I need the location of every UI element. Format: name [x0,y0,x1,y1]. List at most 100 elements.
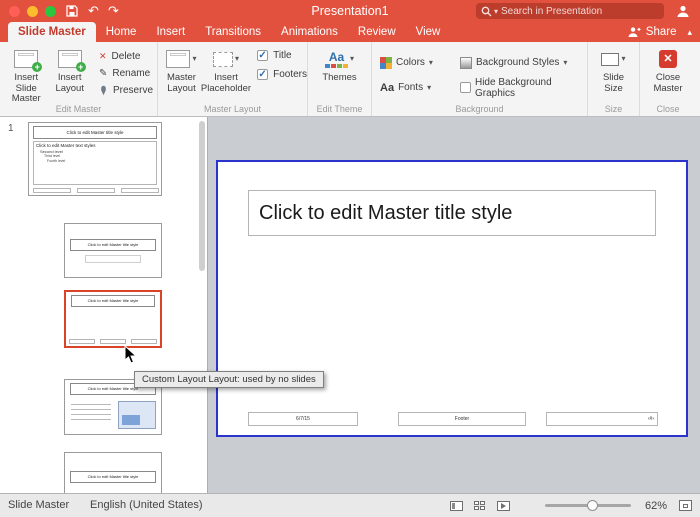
tab-transitions[interactable]: Transitions [195,22,271,42]
group-label-background: Background [455,104,504,114]
insert-slide-master-icon: + [14,50,43,72]
layout1-subtitle-box [85,255,141,263]
insert-layout-label: Insert Layout [55,72,84,94]
insert-layout-button[interactable]: + Insert Layout [48,42,91,105]
slide-number-placeholder[interactable]: ‹#› [546,412,658,426]
layout1-title: Click to edit Master title style [70,239,156,251]
layout-thumbnail-2-selected[interactable]: Click to edit Master title style [64,290,162,348]
master-slide-thumbnail[interactable]: Click to edit Master title style Click t… [28,122,162,196]
tab-slide-master[interactable]: Slide Master [8,22,96,42]
statusbar-language[interactable]: English (United States) [90,499,203,511]
layout-thumbnail-1[interactable]: Click to edit Master title style [64,223,162,278]
delete-button[interactable]: ✕ Delete [95,48,157,65]
slideshow-view-icon[interactable] [496,500,510,511]
tab-home[interactable]: Home [96,22,147,42]
master-thumb-body: Click to edit Master text styles Second … [33,141,157,185]
tab-view[interactable]: View [406,22,451,42]
colors-button[interactable]: Colors ▾ [380,56,460,69]
insert-slide-master-button[interactable]: + Insert Slide Master [4,42,48,105]
search-scope-caret-icon[interactable]: ▾ [494,7,498,16]
search-box[interactable]: ▾ [476,3,664,19]
themes-label: Themes [322,72,357,83]
tab-animations[interactable]: Animations [271,22,348,42]
background-styles-icon [460,56,472,69]
share-cluster: Share ▴ [627,22,692,42]
fit-slide-to-window-icon[interactable] [679,500,692,511]
colors-label: Colors [396,57,425,68]
background-styles-caret-icon: ▾ [563,58,568,67]
rename-icon: ✎ [98,68,108,79]
search-icon [481,6,492,17]
footers-checkbox[interactable]: ✓ [257,69,269,80]
mouse-cursor-icon [124,344,138,370]
collapse-ribbon-icon[interactable]: ▴ [687,27,692,38]
fonts-icon: Aa [380,81,395,94]
preserve-button[interactable]: Preserve [95,82,157,99]
layout2-title: Click to edit Master title style [71,295,155,307]
layout-thumbnail-4[interactable]: Click to edit Master title style [64,452,162,493]
insert-placeholder-caret-icon: ▾ [235,53,240,63]
background-styles-label: Background Styles [476,57,560,68]
group-background: Colors ▾ Background Styles ▾ Aa Fonts ▾ … [372,42,588,116]
master-layout-icon [166,50,191,68]
sidebar-scrollbar[interactable] [199,121,205,271]
hide-background-graphics-label: Hide Background Graphics [474,76,552,99]
master-layout-caret-icon: ▾ [192,53,197,63]
footers-checkbox-label: Footers [273,69,307,80]
title-checkbox[interactable]: ✓ [257,50,269,61]
status-bar: Slide Master English (United States) 62% [0,493,700,517]
tab-review[interactable]: Review [348,22,406,42]
preserve-label: Preserve [112,85,153,96]
master-layout-button[interactable]: ▾ Master Layout [162,42,201,94]
title-placeholder[interactable]: Click to edit Master title style [248,190,656,236]
slide-sorter-view-icon[interactable] [473,500,486,511]
layout-tooltip: Custom Layout Layout: used by no slides [134,371,324,388]
thumbnail-pane: 1 Click to edit Master title style Click… [0,117,208,493]
search-input[interactable] [501,5,659,17]
date-placeholder[interactable]: 6/7/15 [248,412,358,426]
rename-button[interactable]: ✎ Rename [95,65,157,82]
normal-view-icon[interactable] [449,500,463,511]
statusbar-view-label: Slide Master [8,499,70,511]
master-layout-label: Master Layout [166,72,196,94]
fonts-button[interactable]: Aa Fonts ▾ [380,82,460,94]
slide-canvas[interactable]: Click to edit Master title style 6/7/15 … [216,160,688,437]
zoom-slider-knob[interactable] [586,500,598,511]
layout4-title: Click to edit Master title style [70,471,156,483]
group-label-close: Close [656,104,680,114]
title-checkbox-row[interactable]: ✓ Title [257,50,307,61]
delete-label: Delete [111,51,141,62]
zoom-percentage[interactable]: 62% [645,500,667,512]
share-button[interactable]: Share [646,26,677,38]
window-header: ↶ ↷ Presentation1 ▾ Slide Master Home In… [0,0,700,42]
slide-size-button[interactable]: ▾ Slide Size [590,42,638,94]
group-label-edit-theme: Edit Theme [316,104,363,114]
ribbon: + Insert Slide Master + Insert Layout ✕ … [0,42,700,117]
footer-placeholder[interactable]: Footer [398,412,526,426]
hide-background-graphics-row[interactable]: Hide Background Graphics [460,77,594,99]
group-label-edit-master: Edit Master [55,104,102,114]
themes-button[interactable]: Aa ▾ Themes [312,42,368,84]
title-checkbox-label: Title [273,50,292,61]
colors-caret-icon: ▾ [428,58,433,67]
insert-slide-master-label: Insert Slide Master [11,72,41,104]
master-thumb-date-box [33,188,71,193]
slide-number: 1 [8,123,14,134]
tab-insert[interactable]: Insert [146,22,195,42]
insert-placeholder-icon [213,51,233,67]
master-thumb-title: Click to edit Master title style [33,126,157,139]
fonts-label: Fonts [398,82,424,93]
close-master-button[interactable]: ✕ Close Master [643,42,693,94]
titlebar: ↶ ↷ Presentation1 ▾ [0,0,700,22]
insert-placeholder-label: Insert Placeholder [200,72,252,94]
colors-icon [380,56,392,69]
background-styles-button[interactable]: Background Styles ▾ [460,56,594,69]
account-icon[interactable] [676,4,690,23]
footers-checkbox-row[interactable]: ✓ Footers [257,69,307,80]
group-label-master-layout: Master Layout [203,104,262,114]
insert-placeholder-button[interactable]: ▾ Insert Placeholder [201,42,251,94]
group-size: ▾ Slide Size Size [588,42,640,116]
zoom-slider[interactable] [544,500,631,511]
slide-size-icon [601,52,620,66]
hide-background-graphics-checkbox[interactable] [460,82,471,93]
